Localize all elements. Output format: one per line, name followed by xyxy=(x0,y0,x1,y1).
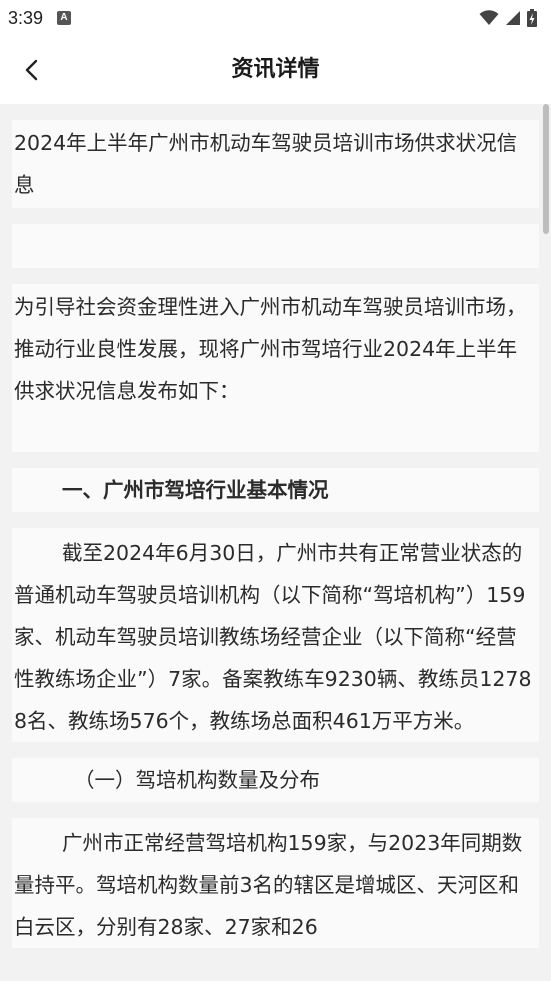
scrollbar-thumb[interactable] xyxy=(543,104,549,234)
battery-charging-icon xyxy=(527,9,537,27)
empty-block xyxy=(12,224,539,268)
subsection-heading: （一）驾培机构数量及分布 xyxy=(12,758,539,802)
section-heading: 一、广州市驾培行业基本情况 xyxy=(12,468,539,512)
app-header: 资讯详情 xyxy=(0,36,551,104)
article-content[interactable]: 2024年上半年广州市机动车驾驶员培训市场供求状况信息 为引导社会资金理性进入广… xyxy=(0,104,551,981)
article-intro: 为引导社会资金理性进入广州市机动车驾驶员培训市场，推动行业良性发展，现将广州市驾… xyxy=(12,284,539,452)
cellular-signal-icon xyxy=(506,11,520,25)
status-time: 3:39 xyxy=(8,7,44,28)
section-paragraph: 截至2024年6月30日，广州市共有正常营业状态的普通机动车驾驶员培训机构（以下… xyxy=(12,528,539,742)
status-bar: 3:39 A xyxy=(0,0,551,36)
page-title: 资讯详情 xyxy=(231,57,320,82)
status-left: 3:39 A xyxy=(8,7,72,29)
article-title: 2024年上半年广州市机动车驾驶员培训市场供求状况信息 xyxy=(12,120,539,208)
subsection-paragraph: 广州市正常经营驾培机构159家，与2023年同期数量持平。驾培机构数量前3名的辖… xyxy=(12,818,539,948)
notification-icon: A xyxy=(57,11,72,25)
status-right xyxy=(479,9,537,27)
back-button[interactable] xyxy=(12,50,52,90)
chevron-left-icon xyxy=(25,59,38,81)
article-blocks: 2024年上半年广州市机动车驾驶员培训市场供求状况信息 为引导社会资金理性进入广… xyxy=(12,104,539,964)
wifi-icon xyxy=(479,10,499,25)
